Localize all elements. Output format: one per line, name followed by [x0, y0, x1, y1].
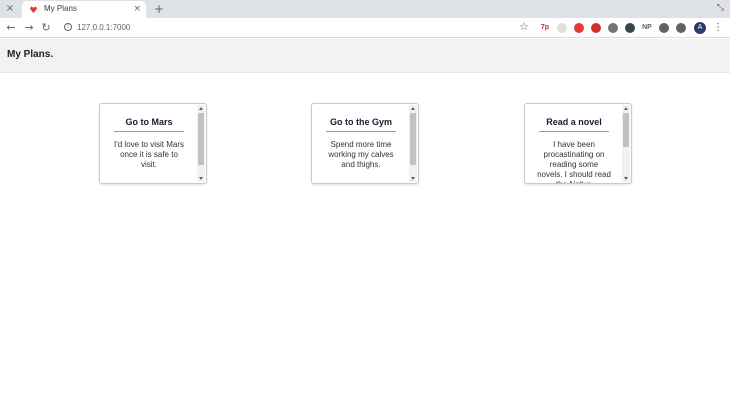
card-text: I'd love to visit Mars once it is safe t…: [114, 140, 184, 169]
card-text: I have been procastinating on reading so…: [537, 140, 611, 183]
card-divider: [539, 131, 609, 132]
card-divider: [114, 131, 184, 132]
bookmark-star-icon[interactable]: ☆: [519, 20, 529, 34]
scroll-up-icon[interactable]: [411, 107, 415, 110]
url-text[interactable]: 127.0.0.1:7000: [77, 22, 130, 33]
card-content: Go to Mars I'd love to visit Mars once i…: [100, 104, 198, 183]
plan-card: Go to the Gym Spend more time working my…: [311, 103, 419, 184]
window-restore-icon[interactable]: ⤡: [717, 3, 724, 13]
extension-globe-icon[interactable]: [608, 23, 618, 33]
extension-7p-icon[interactable]: 7p: [540, 23, 550, 33]
tab-title: My Plans: [44, 4, 77, 13]
close-tab-icon[interactable]: ×: [133, 4, 141, 14]
site-info-icon[interactable]: i: [64, 23, 72, 31]
favicon-icon: [29, 6, 38, 14]
card-divider: [326, 131, 396, 132]
card-scrollbar[interactable]: [622, 105, 630, 182]
card-title: Go to the Gym: [329, 117, 392, 127]
new-tab-icon[interactable]: +: [154, 2, 164, 16]
extension-grey-icon[interactable]: [557, 23, 567, 33]
plan-card: Read a novel I have been procastinating …: [524, 103, 632, 184]
card-scrollbar[interactable]: [409, 105, 417, 182]
scroll-down-icon[interactable]: [624, 177, 628, 180]
scroll-thumb[interactable]: [198, 113, 204, 165]
card-content: Go to the Gym Spend more time working my…: [312, 104, 410, 183]
extension-shield-icon[interactable]: [591, 23, 601, 33]
card-text: Spend more time working my calves and th…: [328, 140, 394, 169]
scroll-thumb[interactable]: [623, 113, 629, 147]
site-header: My Plans.: [0, 39, 730, 73]
card-content: Read a novel I have been procastinating …: [525, 104, 623, 183]
plan-card: Go to Mars I'd love to visit Mars once i…: [99, 103, 207, 184]
scroll-down-icon[interactable]: [199, 177, 203, 180]
scroll-up-icon[interactable]: [624, 107, 628, 110]
scroll-thumb[interactable]: [410, 113, 416, 165]
address-bar[interactable]: i 127.0.0.1:7000 ☆: [58, 20, 534, 36]
reading-list-icon[interactable]: [676, 23, 686, 33]
card-scrollbar[interactable]: [197, 105, 205, 182]
card-title: Go to Mars: [125, 117, 173, 127]
extension-red-circle-icon[interactable]: [574, 23, 584, 33]
card-title: Read a novel: [546, 117, 602, 127]
forward-icon[interactable]: →: [23, 21, 35, 34]
extension-np-icon[interactable]: NP: [642, 23, 652, 33]
tab-strip: × My Plans × + ⤡: [0, 0, 730, 18]
profile-avatar[interactable]: A: [694, 22, 706, 34]
scroll-up-icon[interactable]: [199, 107, 203, 110]
browser-toolbar: ← → ↻ i 127.0.0.1:7000 ☆ 7p NP A ⋮: [0, 18, 730, 38]
page-title: My Plans.: [7, 49, 54, 60]
back-icon[interactable]: ←: [5, 21, 17, 34]
close-tab-left-icon[interactable]: ×: [4, 3, 16, 15]
browser-menu-icon[interactable]: ⋮: [713, 21, 723, 34]
tab-my-plans[interactable]: My Plans ×: [22, 1, 146, 18]
extension-cube-icon[interactable]: [625, 23, 635, 33]
reload-icon[interactable]: ↻: [40, 21, 52, 34]
extensions-puzzle-icon[interactable]: [659, 23, 669, 33]
scroll-down-icon[interactable]: [411, 177, 415, 180]
